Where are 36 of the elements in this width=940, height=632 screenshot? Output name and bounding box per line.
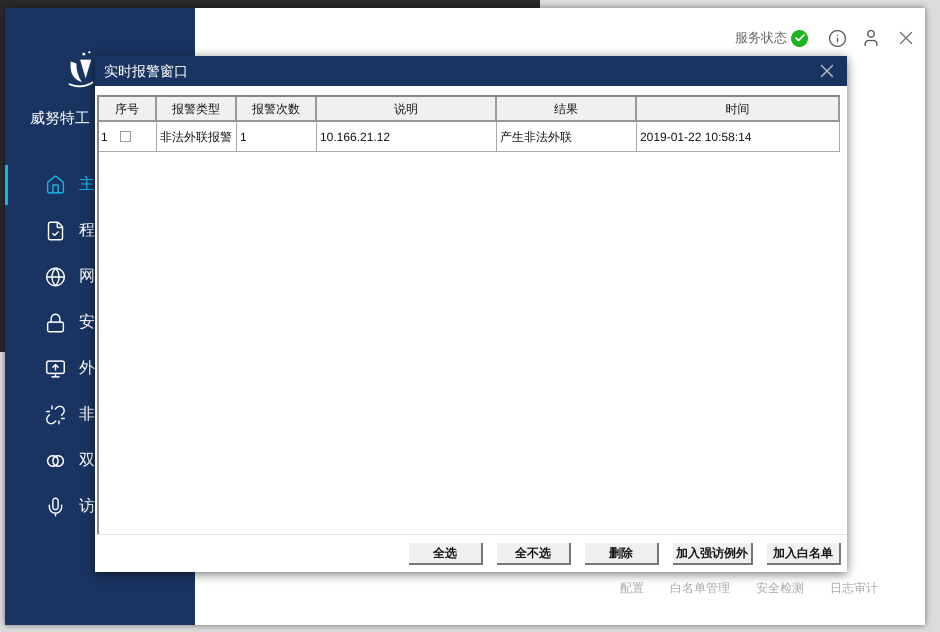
- service-status-label: 服务状态: [735, 29, 787, 48]
- column-header[interactable]: 时间: [637, 97, 840, 122]
- sidebar-item[interactable]: 双: [5, 441, 95, 481]
- dialog-button[interactable]: 加入强访例外: [673, 542, 753, 564]
- globe-icon: [45, 266, 66, 288]
- document-check-icon: [45, 220, 66, 242]
- dialog-button[interactable]: 全不选: [497, 542, 571, 564]
- table-cell: 1: [237, 122, 317, 151]
- column-header[interactable]: 说明: [317, 97, 497, 122]
- sidebar-item[interactable]: 访: [5, 487, 95, 527]
- dialog-title: 实时报警窗口: [104, 62, 188, 80]
- dialog-button[interactable]: 全选: [409, 542, 483, 564]
- sidebar-item[interactable]: 外: [5, 349, 95, 389]
- table-cell-text: 1: [101, 128, 108, 146]
- broken-link-icon: [45, 404, 66, 426]
- column-header[interactable]: 结果: [497, 97, 637, 122]
- lock-icon: [45, 312, 66, 334]
- table-cell: 非法外联报警: [157, 122, 237, 151]
- column-header[interactable]: 报警类型: [157, 97, 237, 122]
- column-header[interactable]: 报警次数: [237, 97, 317, 122]
- sidebar-item[interactable]: 程: [5, 211, 95, 251]
- sidebar-item[interactable]: 非: [5, 395, 95, 435]
- brand-name: 威努特工: [30, 110, 90, 127]
- info-icon[interactable]: [828, 28, 847, 48]
- row-checkbox[interactable]: [120, 131, 131, 142]
- sidebar-item[interactable]: 网: [5, 257, 95, 297]
- monitor-icon: [45, 358, 66, 380]
- sidebar-item[interactable]: 安: [5, 303, 95, 343]
- home-icon: [45, 174, 66, 196]
- column-header[interactable]: 序号: [99, 97, 157, 122]
- logo-icon: [67, 48, 95, 90]
- table-cell: 2019-01-22 10:58:14: [637, 122, 840, 151]
- dialog-button[interactable]: 删除: [585, 542, 659, 564]
- table-cell: 10.166.21.12: [317, 122, 497, 151]
- dialog-button[interactable]: 加入白名单: [767, 542, 841, 564]
- table-cell: 产生非法外联: [497, 122, 637, 151]
